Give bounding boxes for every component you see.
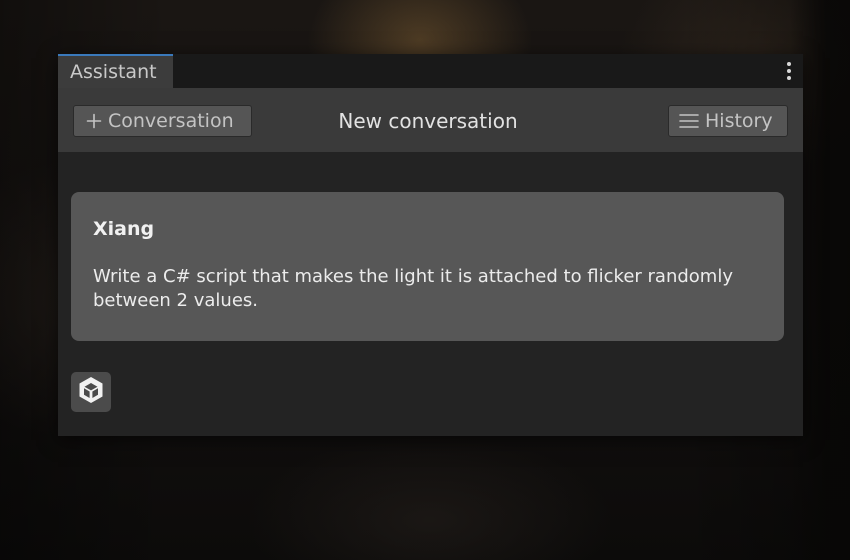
tab-assistant[interactable]: Assistant [58, 54, 173, 88]
tab-strip: Assistant [58, 54, 803, 88]
conversation-title: New conversation [338, 109, 518, 133]
toolbar: Conversation New conversation History [58, 88, 803, 152]
new-conversation-button[interactable]: Conversation [73, 105, 252, 137]
hamburger-icon [679, 113, 699, 129]
plus-icon [86, 113, 102, 129]
history-label: History [705, 110, 773, 132]
unity-logo-icon [78, 376, 104, 408]
history-button[interactable]: History [668, 105, 788, 137]
message-author: Xiang [93, 218, 155, 240]
user-message-card: Xiang Write a C# script that makes the l… [71, 192, 784, 341]
message-text: Write a C# script that makes the light i… [93, 266, 733, 311]
kebab-menu-icon[interactable] [781, 59, 797, 83]
new-conversation-label: Conversation [108, 110, 234, 132]
assistant-window: Assistant Conversation New conversation … [58, 54, 803, 436]
assistant-avatar [71, 372, 111, 412]
tab-label: Assistant [70, 61, 157, 83]
